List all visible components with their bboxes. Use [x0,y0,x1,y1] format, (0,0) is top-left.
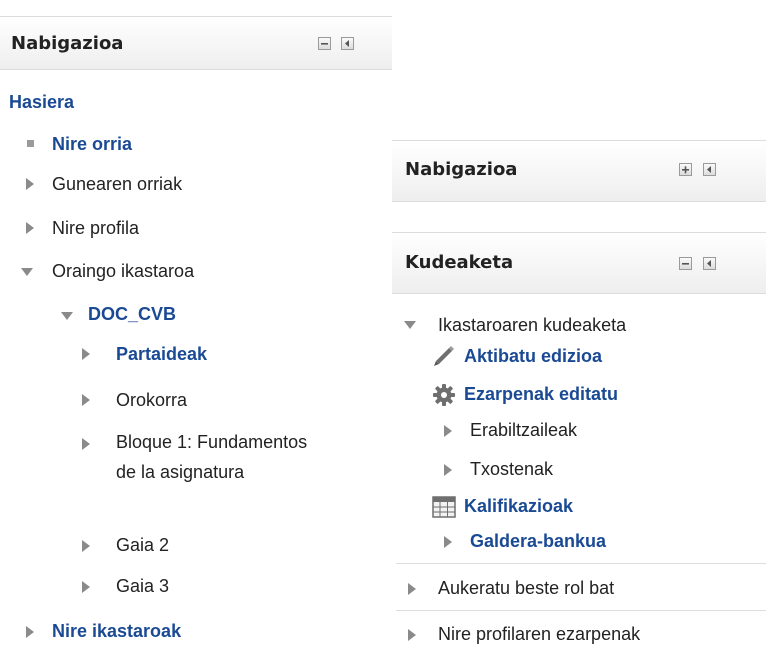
collapse-button[interactable] [679,257,692,270]
admin-item-galdera-bankua[interactable]: Galdera-bankua [470,531,606,552]
admin-item-nire-profilaren-ezarpenak[interactable]: Nire profilaren ezarpenak [438,624,640,645]
triangle-down-icon[interactable] [60,311,74,321]
triangle-right-icon[interactable] [80,539,92,553]
nav-item-hasiera[interactable]: Hasiera [9,92,74,113]
triangle-right-icon[interactable] [24,625,36,639]
triangle-right-icon[interactable] [24,177,36,191]
nav-item-gaia-2[interactable]: Gaia 2 [116,535,169,556]
admin-item-aukeratu-beste-rol-bat[interactable]: Aukeratu beste rol bat [438,578,614,599]
admin-item-aktibatu-edizioa[interactable]: Aktibatu edizioa [464,346,602,367]
nav-item-orokorra[interactable]: Orokorra [116,390,187,411]
administration-block: Kudeaketa Ikastaroaren kudeaketa Aktibat… [392,232,766,659]
divider [396,563,766,564]
navigation-block-left: Nabigazioa Hasiera Nire orria Gunearen o… [0,0,392,659]
triangle-right-icon[interactable] [24,221,36,235]
triangle-right-icon[interactable] [80,580,92,594]
admin-item-erabiltzaileak[interactable]: Erabiltzaileak [470,420,577,441]
admin-item-ezarpenak-editatu[interactable]: Ezarpenak editatu [464,384,618,405]
triangle-right-icon[interactable] [442,463,454,477]
navigation-block-title: Nabigazioa [11,33,124,54]
collapse-button[interactable] [318,37,331,50]
admin-item-txostenak[interactable]: Txostenak [470,459,553,480]
nav-item-oraingo-ikastaroa[interactable]: Oraingo ikastaroa [52,261,194,282]
triangle-right-icon[interactable] [442,424,454,438]
nav-item-course[interactable]: DOC_CVB [88,304,176,325]
nav-item-gunearen-orriak[interactable]: Gunearen orriak [52,174,182,195]
dock-button[interactable] [341,37,354,50]
gear-icon [433,384,455,406]
bullet-icon [27,140,34,147]
table-icon [432,496,456,518]
nav-item-gaia-3[interactable]: Gaia 3 [116,576,169,597]
nav-item-nire-ikastaroak[interactable]: Nire ikastaroak [52,621,181,642]
nav-item-bloque-1[interactable]: Bloque 1: Fundamentos de la asignatura [116,427,316,487]
dock-button[interactable] [703,163,716,176]
triangle-right-icon[interactable] [80,347,92,361]
pencil-icon [434,346,454,366]
expand-button[interactable] [679,163,692,176]
triangle-right-icon[interactable] [406,582,418,596]
triangle-right-icon[interactable] [406,628,418,642]
nav-item-nire-profila[interactable]: Nire profila [52,218,139,239]
admin-item-kalifikazioak[interactable]: Kalifikazioak [464,496,573,517]
divider [396,610,766,611]
navigation-block-title: Nabigazioa [405,159,518,180]
nav-item-nire-orria[interactable]: Nire orria [52,134,132,155]
admin-item-ikastaroaren-kudeaketa[interactable]: Ikastaroaren kudeaketa [438,315,626,336]
triangle-right-icon[interactable] [442,535,454,549]
navigation-block-right: Nabigazioa [392,140,766,232]
administration-block-title: Kudeaketa [405,252,514,273]
triangle-down-icon[interactable] [403,320,417,330]
triangle-right-icon[interactable] [80,437,92,451]
triangle-right-icon[interactable] [80,393,92,407]
dock-button[interactable] [703,257,716,270]
nav-item-partaideak[interactable]: Partaideak [116,344,207,365]
triangle-down-icon[interactable] [20,267,34,277]
